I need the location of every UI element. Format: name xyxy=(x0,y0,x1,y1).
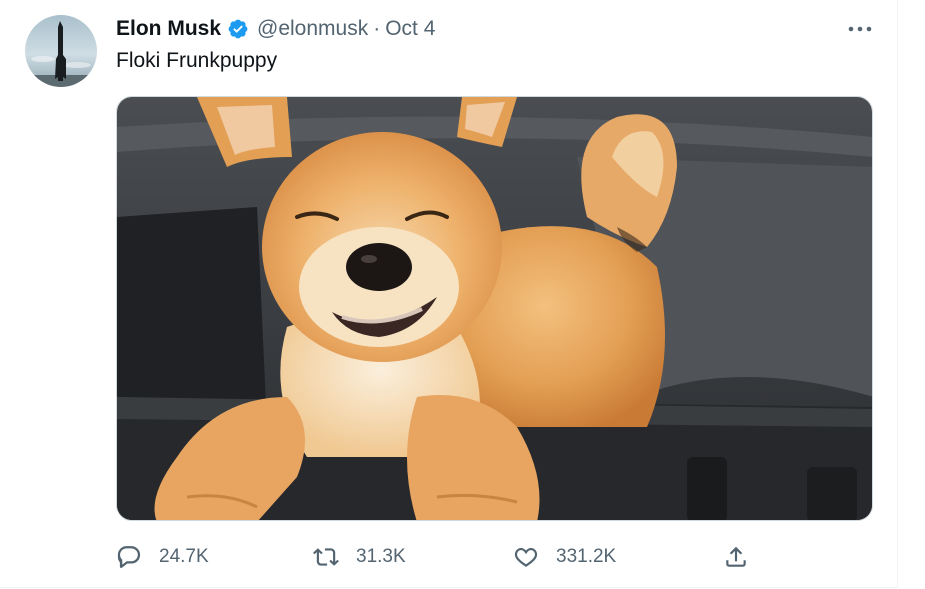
separator-dot: · xyxy=(373,17,381,40)
tweet-text: Floki Frunkpuppy xyxy=(116,49,278,72)
tweet-date[interactable]: Oct 4 xyxy=(385,17,435,41)
tweet-photo[interactable] xyxy=(116,96,873,521)
retweet-icon xyxy=(313,548,339,566)
reply-icon xyxy=(117,546,141,568)
heart-icon xyxy=(514,547,538,567)
share-icon xyxy=(726,546,746,567)
more-options-icon[interactable] xyxy=(846,20,874,38)
tweet-header: Elon Musk @elonmusk · Oct 4 xyxy=(116,15,435,43)
like-button[interactable]: 331.2K xyxy=(513,540,616,574)
tweet-card: Elon Musk @elonmusk · Oct 4 Floki Frunkp… xyxy=(0,0,898,588)
reply-count: 24.7K xyxy=(159,546,209,567)
retweet-count: 31.3K xyxy=(356,546,406,567)
reply-button[interactable]: 24.7K xyxy=(116,540,209,574)
verified-badge-icon xyxy=(227,18,249,40)
share-button[interactable] xyxy=(723,540,749,574)
retweet-button[interactable]: 31.3K xyxy=(313,540,406,574)
author-avatar[interactable] xyxy=(25,15,97,87)
tweet-actions: 24.7K 31.3K 331.2K xyxy=(0,540,897,574)
author-handle[interactable]: @elonmusk xyxy=(257,17,368,41)
like-count: 331.2K xyxy=(556,546,617,567)
author-name[interactable]: Elon Musk xyxy=(116,17,221,41)
